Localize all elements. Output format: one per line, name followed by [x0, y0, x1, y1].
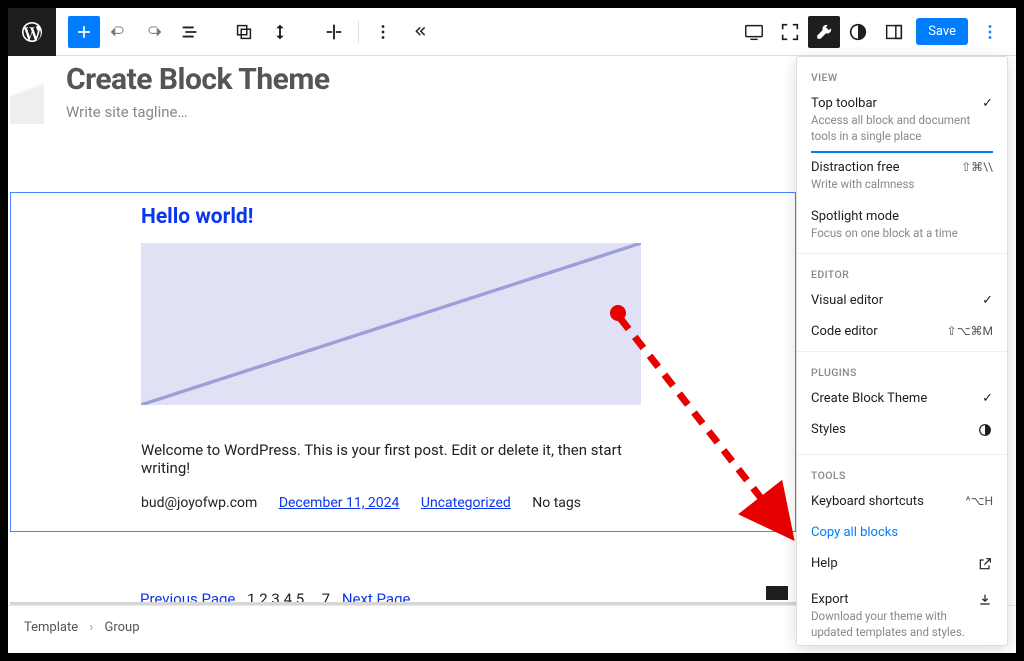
menu-styles[interactable]: Styles: [797, 414, 1007, 450]
menu-distraction-free[interactable]: Distraction free Write with calmness ⇧⌘\…: [797, 152, 1007, 201]
menu-spotlight-title: Spotlight mode: [811, 209, 993, 224]
external-link-icon: [977, 556, 993, 576]
page-edge-decoration: [10, 56, 44, 124]
styles-half-circle-icon: [977, 422, 993, 442]
site-tagline-input[interactable]: Write site tagline…: [66, 103, 898, 121]
toolbar-separator: [358, 21, 359, 43]
undo-button[interactable]: [100, 14, 136, 50]
redo-button[interactable]: [136, 14, 172, 50]
post-author[interactable]: bud@joyofwp.com: [141, 495, 257, 511]
tools-icon[interactable]: [808, 16, 840, 48]
menu-code-editor[interactable]: Code editor ⇧⌥⌘M: [797, 316, 1007, 347]
menu-top-toolbar-title: Top toolbar: [811, 96, 974, 111]
menu-top-toolbar-desc: Access all block and document tools in a…: [811, 113, 974, 144]
panel-heading-tools: TOOLS: [797, 459, 1007, 486]
menu-visual-editor-title: Visual editor: [811, 293, 974, 308]
top-toolbar: Save: [8, 8, 1016, 56]
panel-heading-editor: EDITOR: [797, 258, 1007, 285]
fullscreen-icon[interactable]: [772, 14, 808, 50]
post-date[interactable]: December 11, 2024: [279, 495, 400, 511]
shortcut-label: ^⌥H: [966, 494, 993, 508]
shortcut-label: ⇧⌥⌘M: [947, 324, 993, 338]
panel-heading-view: VIEW: [797, 61, 1007, 88]
styles-icon[interactable]: [840, 14, 876, 50]
add-block-button[interactable]: [68, 16, 100, 48]
post-category[interactable]: Uncategorized: [421, 495, 511, 511]
featured-image-placeholder[interactable]: [141, 243, 641, 405]
menu-spotlight[interactable]: Spotlight mode Focus on one block at a t…: [797, 201, 1007, 250]
check-icon: ✓: [982, 293, 993, 308]
menu-create-block-theme[interactable]: Create Block Theme ✓: [797, 383, 1007, 414]
panel-heading-plugins: PLUGINS: [797, 356, 1007, 383]
menu-keyboard-shortcuts[interactable]: Keyboard shortcuts ^⌥H: [797, 486, 1007, 517]
menu-keyboard-title: Keyboard shortcuts: [811, 494, 958, 509]
chevron-right-icon: ›: [89, 620, 93, 635]
breadcrumb-template[interactable]: Template: [24, 620, 78, 635]
menu-cbt-title: Create Block Theme: [811, 391, 974, 406]
menu-top-toolbar[interactable]: Top toolbar Access all block and documen…: [797, 88, 1007, 152]
menu-distraction-free-title: Distraction free: [811, 160, 953, 175]
list-view-button[interactable]: [172, 14, 208, 50]
wordpress-logo[interactable]: [8, 8, 56, 56]
menu-help[interactable]: Help: [797, 548, 1007, 584]
check-icon: ✓: [982, 391, 993, 406]
post-body[interactable]: Welcome to WordPress. This is your first…: [141, 441, 665, 477]
copy-icon[interactable]: [226, 14, 262, 50]
menu-code-editor-title: Code editor: [811, 324, 939, 339]
menu-export-title: Export: [811, 592, 977, 607]
menu-copy-all-blocks[interactable]: Copy all blocks: [797, 517, 1007, 548]
collapse-toolbar-icon[interactable]: [401, 14, 437, 50]
menu-visual-editor[interactable]: Visual editor ✓: [797, 285, 1007, 316]
menu-help-title: Help: [811, 556, 977, 571]
post-tags: No tags: [532, 495, 581, 511]
menu-spotlight-desc: Focus on one block at a time: [811, 226, 993, 242]
block-handle[interactable]: [766, 586, 788, 600]
options-menu-button[interactable]: [972, 14, 1008, 50]
post-meta: bud@joyofwp.com December 11, 2024 Uncate…: [141, 495, 665, 511]
shortcut-label: ⇧⌘\\: [961, 160, 993, 174]
breadcrumb-group[interactable]: Group: [104, 620, 139, 635]
download-icon: [977, 592, 993, 612]
options-dropdown: VIEW Top toolbar Access all block and do…: [796, 56, 1008, 646]
menu-styles-title: Styles: [811, 422, 977, 437]
move-up-down-icon[interactable]: [262, 14, 298, 50]
view-desktop-icon[interactable]: [736, 14, 772, 50]
save-button[interactable]: Save: [916, 18, 968, 45]
more-options-icon[interactable]: [365, 14, 401, 50]
menu-export[interactable]: Export Download your theme with updated …: [797, 584, 1007, 646]
menu-distraction-free-desc: Write with calmness: [811, 177, 953, 193]
post-title[interactable]: Hello world!: [141, 205, 665, 229]
site-title[interactable]: Create Block Theme: [66, 62, 898, 97]
settings-sidebar-icon[interactable]: [876, 14, 912, 50]
check-icon: ✓: [982, 96, 993, 111]
menu-export-desc: Download your theme with updated templat…: [811, 609, 977, 640]
align-icon[interactable]: [316, 14, 352, 50]
menu-copy-all-title: Copy all blocks: [811, 525, 993, 540]
post-block-selected[interactable]: Hello world! Welcome to WordPress. This …: [10, 192, 796, 532]
